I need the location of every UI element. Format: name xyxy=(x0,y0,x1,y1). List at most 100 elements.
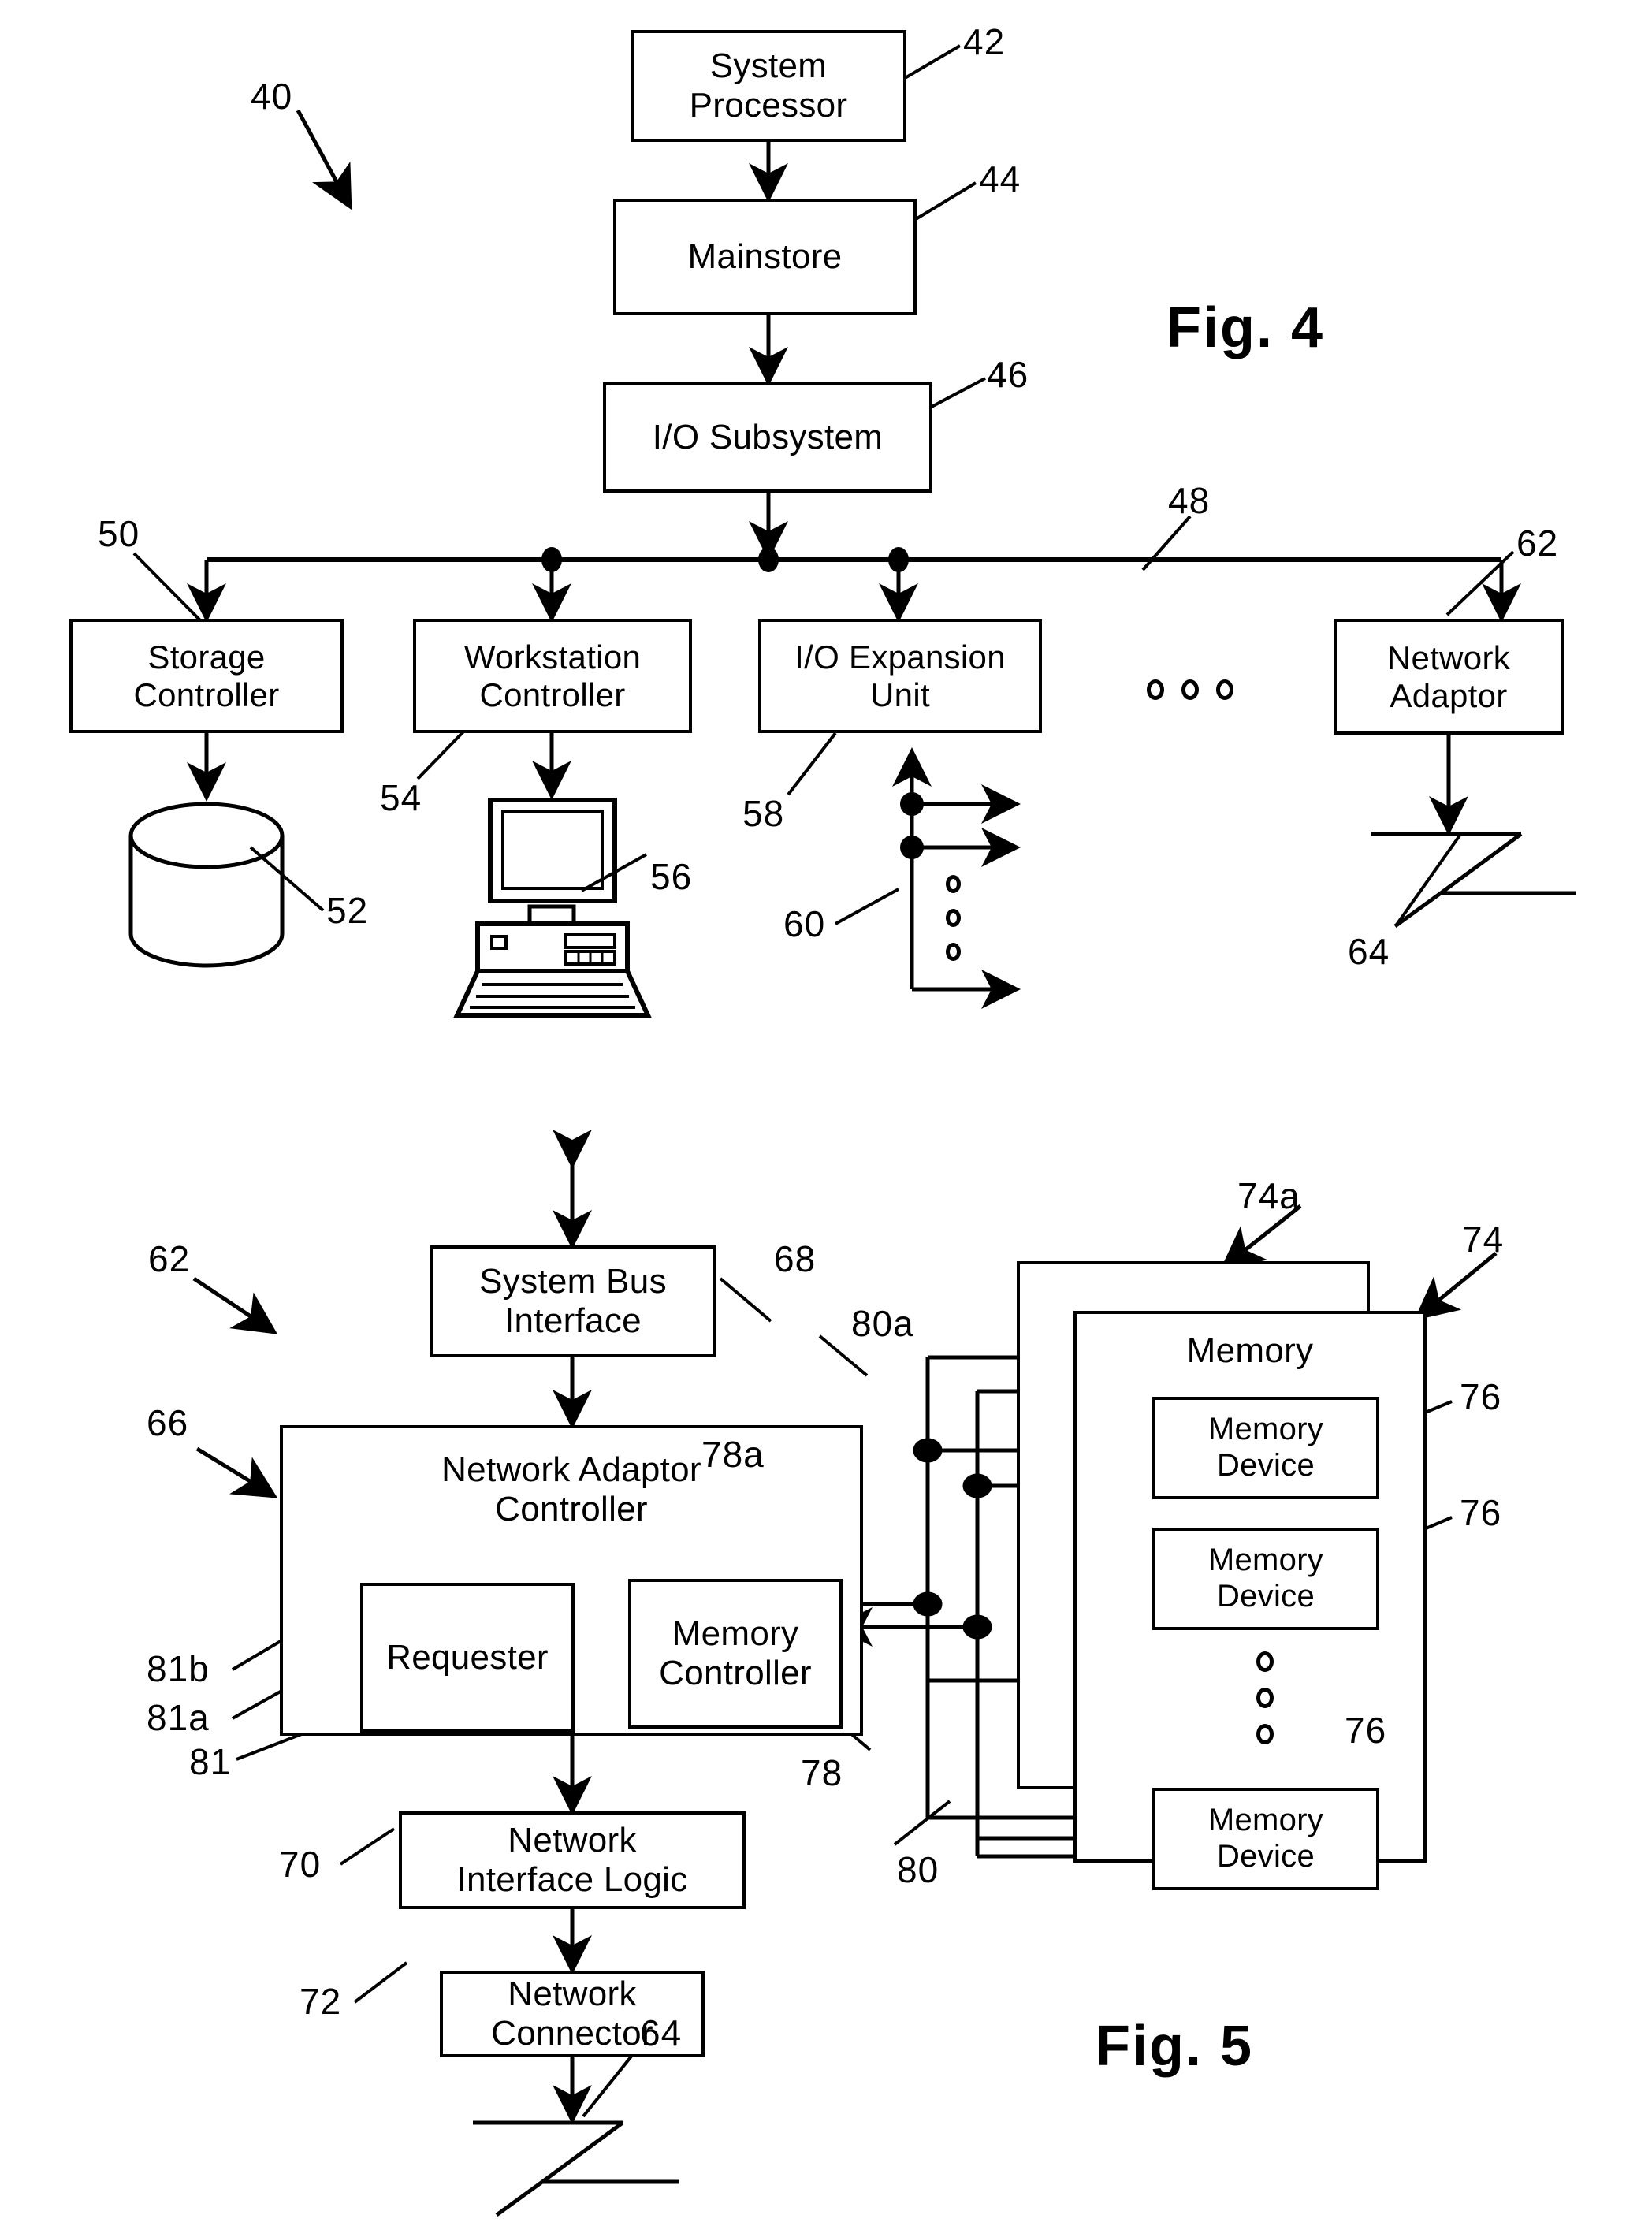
block-label-line1: Network xyxy=(508,1820,637,1859)
ellipsis-dot xyxy=(1256,1724,1274,1744)
network-symbol-fig4 xyxy=(1371,832,1576,929)
ellipsis-dot xyxy=(1181,679,1199,700)
block-label-line1: Network Adaptor xyxy=(441,1450,701,1489)
block-label-line1: Mainstore xyxy=(687,236,843,276)
figure-label-5: Fig. 5 xyxy=(1096,2015,1254,2078)
ellipsis-dot xyxy=(1216,679,1233,700)
block-label-line2: Interface Logic xyxy=(456,1860,688,1899)
ref-54: 54 xyxy=(380,777,422,818)
ref-76-2: 76 xyxy=(1460,1492,1502,1533)
ref-40: 40 xyxy=(251,76,293,117)
block-workstation-controller[interactable]: Workstation Controller xyxy=(413,619,692,733)
ref-81: 81 xyxy=(189,1741,232,1782)
fig4-system-pointer xyxy=(296,109,352,210)
block-label-line1: I/O Expansion xyxy=(794,638,1006,676)
ref-78a: 78a xyxy=(701,1434,765,1475)
block-network-interface-logic[interactable]: Network Interface Logic xyxy=(399,1811,746,1909)
block-label-line1: Network xyxy=(508,1974,637,2013)
block-label-line1: Workstation xyxy=(463,638,642,676)
block-label-line2: Connector xyxy=(491,2014,653,2053)
block-label-line2: Controller xyxy=(659,1654,812,1692)
block-label-line1: Memory xyxy=(672,1614,799,1653)
connector-lines-layer xyxy=(128,44,1576,2217)
block-mainstore[interactable]: Mainstore xyxy=(613,199,917,315)
block-network-adaptor[interactable]: Network Adaptor xyxy=(1334,619,1564,735)
ref-42: 42 xyxy=(963,21,1006,62)
block-memory-controller-78[interactable]: Memory Controller xyxy=(628,1579,843,1729)
block-label-line2: Interface xyxy=(504,1301,642,1340)
workstation-icon xyxy=(453,798,652,1018)
ref-44: 44 xyxy=(979,158,1021,199)
leader-46 xyxy=(931,377,986,408)
block-memory-device-1[interactable]: Memory Device xyxy=(1152,1397,1379,1499)
ref-80a: 80a xyxy=(851,1303,914,1344)
ref-62-fig4: 62 xyxy=(1516,523,1559,564)
block-label-line1: Memory xyxy=(1207,1543,1324,1578)
ref-62-fig5: 62 xyxy=(148,1238,191,1279)
block-label-line2: Adaptor xyxy=(1390,676,1508,714)
leader-42 xyxy=(895,44,962,84)
ref-76-3: 76 xyxy=(1345,1710,1387,1751)
leader-60 xyxy=(835,888,899,925)
block-label-line1: System Bus xyxy=(479,1261,667,1301)
ref-78: 78 xyxy=(801,1752,843,1793)
storage-disk-icon xyxy=(128,802,285,968)
block-label-line1: Memory xyxy=(1207,1412,1324,1447)
leader-64-fig5 xyxy=(582,2048,638,2118)
leader-64-fig4 xyxy=(1395,834,1461,926)
ellipsis-dot xyxy=(946,875,961,893)
block-label-line1: Memory xyxy=(1186,1331,1314,1370)
leader-58 xyxy=(787,731,837,796)
block-label-line1: Storage xyxy=(147,638,266,676)
ref-46: 46 xyxy=(987,354,1029,395)
block-system-processor[interactable]: System Processor xyxy=(631,30,906,142)
horizontal-ellipsis-devices xyxy=(1147,679,1233,700)
ellipsis-dot xyxy=(1256,1688,1274,1708)
ref-81a: 81a xyxy=(147,1697,210,1738)
ref-48: 48 xyxy=(1168,480,1211,521)
block-label-line2: Processor xyxy=(689,86,848,125)
block-system-bus-interface[interactable]: System Bus Interface xyxy=(430,1245,716,1357)
ref-76-1: 76 xyxy=(1460,1376,1502,1417)
ellipsis-dot xyxy=(1256,1651,1274,1672)
network-symbol-fig5 xyxy=(473,2120,679,2217)
block-label-line1: System xyxy=(709,46,828,85)
block-memory-device-2[interactable]: Memory Device xyxy=(1152,1528,1379,1630)
fig5-adaptor-pointer xyxy=(192,1276,278,1334)
block-io-expansion-unit[interactable]: I/O Expansion Unit xyxy=(758,619,1042,733)
leader-80 xyxy=(893,1800,951,1846)
ref-72: 72 xyxy=(300,1981,342,2022)
block-storage-controller[interactable]: Storage Controller xyxy=(69,619,344,733)
vertical-ellipsis-expansion xyxy=(946,875,961,961)
block-label-line2: Controller xyxy=(133,676,280,713)
block-label-line2: Unit xyxy=(870,676,930,713)
block-label-line1: Memory xyxy=(1207,1803,1324,1838)
block-label-line1: I/O Subsystem xyxy=(652,417,884,456)
block-label-line1: Requester xyxy=(386,1637,549,1677)
ref-64-fig4: 64 xyxy=(1348,931,1390,972)
figure-label-4: Fig. 4 xyxy=(1166,296,1325,359)
block-label-line2: Controller xyxy=(479,676,626,713)
ref-74a: 74a xyxy=(1237,1175,1300,1216)
patent-drawing-sheet: System Processor Mainstore I/O Subsystem… xyxy=(0,0,1652,2226)
ellipsis-dot xyxy=(946,909,961,927)
block-io-subsystem[interactable]: I/O Subsystem xyxy=(603,382,932,493)
ref-52: 52 xyxy=(326,890,369,931)
ellipsis-dot xyxy=(946,943,961,961)
block-memory-device-3[interactable]: Memory Device xyxy=(1152,1788,1379,1890)
block-label-line2: Controller xyxy=(495,1490,648,1529)
leader-68 xyxy=(719,1277,772,1323)
leader-72 xyxy=(353,1961,408,2004)
block-requester-81[interactable]: Requester xyxy=(360,1583,575,1733)
leader-70 xyxy=(339,1827,396,1866)
block-label-line1: Network xyxy=(1386,638,1511,676)
block-label-line2: Device xyxy=(1216,1839,1315,1874)
leader-54 xyxy=(416,724,471,780)
fig5-nac-pointer xyxy=(195,1446,278,1498)
leader-44 xyxy=(914,181,977,221)
block-label-line2: Device xyxy=(1216,1448,1315,1483)
ref-60: 60 xyxy=(783,903,826,944)
block-label-line2: Device xyxy=(1216,1579,1315,1614)
ellipsis-dot xyxy=(1147,679,1164,700)
ref-66: 66 xyxy=(147,1402,189,1443)
